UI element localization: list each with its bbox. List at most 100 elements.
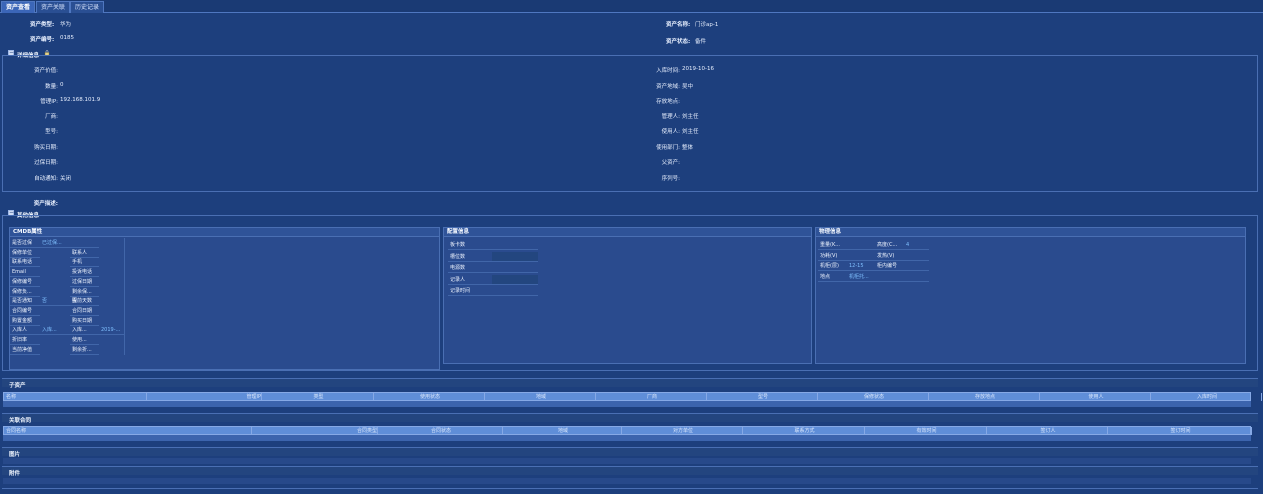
tab-asset-view[interactable]: 资产查看 xyxy=(1,1,36,13)
physical-field-value[interactable] xyxy=(904,251,929,261)
column-header[interactable]: 使用状态 xyxy=(374,393,485,401)
cmdb-field-label: 入库... xyxy=(70,325,99,336)
physical-field-label: 地点 xyxy=(818,272,847,283)
cmdb-field-label: 保修负... xyxy=(10,287,40,297)
user-value: 刘主任 xyxy=(682,129,699,135)
config-field-value[interactable] xyxy=(492,263,538,273)
manager-label: 管理人: xyxy=(661,114,680,120)
attachments-bar xyxy=(2,466,1258,475)
cmdb-field-label: 联系电话 xyxy=(10,257,40,268)
column-header[interactable]: 型号 xyxy=(707,393,818,401)
asset-value-label: 资产价值: xyxy=(34,68,58,74)
asset-type-label: 资产类型: xyxy=(30,22,55,28)
config-field-label: 槽位数 xyxy=(448,252,492,262)
cmdb-field-label: Email xyxy=(10,267,40,278)
config-field-value[interactable] xyxy=(492,240,538,250)
asset-name-label: 资产名称: xyxy=(666,22,691,28)
physical-field-label: 柜内编号 xyxy=(875,261,904,272)
column-header[interactable]: 签订人 xyxy=(987,427,1108,435)
attachments-title: 附件 xyxy=(9,471,21,477)
physical-field-value[interactable]: 机柜托... xyxy=(847,272,875,283)
column-header[interactable]: 合同类型 xyxy=(252,427,378,435)
pictures-bar xyxy=(2,447,1258,456)
bottom-divider xyxy=(2,488,1258,489)
column-header[interactable]: 有效时间 xyxy=(865,427,987,435)
cmdb-field-label: 剩余保... xyxy=(70,287,99,297)
column-header[interactable]: 保修状态 xyxy=(818,393,929,401)
tab-asset-relation[interactable]: 资产关联 xyxy=(36,1,71,13)
asset-desc-label: 资产描述: xyxy=(33,201,58,207)
column-header[interactable]: 厂商 xyxy=(596,393,707,401)
cmdb-field-value[interactable]: 否 xyxy=(40,296,70,307)
serial-no-label: 序列号: xyxy=(661,176,680,182)
column-header[interactable]: 联系方式 xyxy=(743,427,865,435)
physical-field-label xyxy=(875,272,904,283)
storage-time-value: 2019-10-16 xyxy=(682,66,714,72)
column-header[interactable]: 类型 xyxy=(262,393,374,401)
asset-status-label: 资产状态: xyxy=(666,39,691,45)
column-header[interactable]: 使用人 xyxy=(1040,393,1151,401)
column-header[interactable]: 名称 xyxy=(4,393,147,401)
physical-field-label: 发热(V) xyxy=(875,251,904,261)
mgmt-ip-value: 192.168.101.9 xyxy=(60,97,101,103)
config-field-value[interactable] xyxy=(492,286,538,296)
tab-history[interactable]: 历史记录 xyxy=(70,1,105,13)
using-dept-label: 使用部门: xyxy=(656,145,680,151)
sub-assets-header: 名称 管理IP 类型 使用状态 地域 厂商 型号 保修状态 存放地点 使用人 入库时间 xyxy=(3,392,1262,401)
cmdb-field-label: 联系人 xyxy=(70,248,99,258)
cmdb-panel-title: CMDB属性 xyxy=(10,228,439,237)
column-header[interactable]: 对方单位 xyxy=(622,427,743,435)
config-field-value[interactable] xyxy=(492,274,538,285)
contracts-header: 合同名称 合同类型 合同状态 地域 对方单位 联系方式 有效时间 签订人 签订时间 xyxy=(3,426,1252,435)
physical-panel-title: 物理信息 xyxy=(816,228,1245,237)
column-header[interactable]: 地域 xyxy=(503,427,622,435)
physical-field-label: 高度(C... xyxy=(875,240,904,250)
column-header[interactable]: 合同名称 xyxy=(4,427,252,435)
vendor-label: 厂商: xyxy=(45,114,58,120)
config-field-value[interactable] xyxy=(492,251,538,262)
user-label: 使用人: xyxy=(661,129,680,135)
asset-no-value: 0185 xyxy=(60,35,74,41)
config-field-label: 记录时间 xyxy=(448,286,492,296)
cmdb-field-label: 保修单位 xyxy=(10,248,40,258)
cmdb-field-value[interactable]: 已过保... xyxy=(40,238,99,248)
column-header[interactable]: 入库时间 xyxy=(1151,393,1262,401)
config-field-label: 电源数 xyxy=(448,263,492,273)
physical-field-value[interactable] xyxy=(847,240,875,250)
cmdb-field-label: 是否过保 xyxy=(10,238,40,248)
mgmt-ip-label: 管理IP: xyxy=(40,99,58,105)
cmdb-field-label: 保修编号 xyxy=(10,277,40,287)
asset-name-value: 门诊ap-1 xyxy=(695,22,719,28)
physical-field-value[interactable] xyxy=(847,251,875,261)
physical-field-value[interactable] xyxy=(904,261,929,272)
column-header[interactable]: 签订时间 xyxy=(1108,427,1252,435)
column-header[interactable]: 合同状态 xyxy=(378,427,503,435)
cmdb-field-label: 入库人 xyxy=(10,325,40,336)
physical-field-value[interactable]: 12-15 xyxy=(847,261,875,272)
cmdb-field-label: 是否通知 xyxy=(10,296,40,307)
physical-field-value[interactable] xyxy=(904,272,929,283)
cmdb-field-label: 投诉电话 xyxy=(70,267,99,278)
asset-region-label: 资产地域: xyxy=(656,84,680,90)
column-header[interactable]: 地域 xyxy=(485,393,596,401)
contracts-bar xyxy=(2,413,1258,422)
asset-no-label: 资产编号: xyxy=(30,37,55,43)
attachments-body xyxy=(3,478,1251,484)
column-header[interactable]: 管理IP xyxy=(147,393,262,401)
cmdb-field-label: 提前天数 xyxy=(70,296,99,307)
sub-assets-bar xyxy=(2,378,1258,387)
asset-status-value: 备件 xyxy=(695,39,707,45)
cmdb-field-label: 购买日期 xyxy=(70,316,99,326)
physical-field-value[interactable]: 4 xyxy=(904,240,929,250)
physical-field-label: 功耗(V) xyxy=(818,251,847,261)
auto-notify-value: 关闭 xyxy=(60,176,72,182)
warranty-expire-label: 过保日期: xyxy=(34,160,58,166)
cmdb-field-label: 使用... xyxy=(70,335,99,345)
column-header[interactable]: 存放地点 xyxy=(929,393,1040,401)
storage-location-label: 存放地点: xyxy=(656,99,680,105)
cmdb-field-label: 过保日期 xyxy=(70,277,99,287)
cmdb-field-value[interactable]: 入库... xyxy=(40,325,70,336)
config-field-label: 记录人 xyxy=(448,275,492,285)
cmdb-field-label: 购置金额 xyxy=(10,316,40,326)
physical-field-label: 重量(K... xyxy=(818,240,847,250)
